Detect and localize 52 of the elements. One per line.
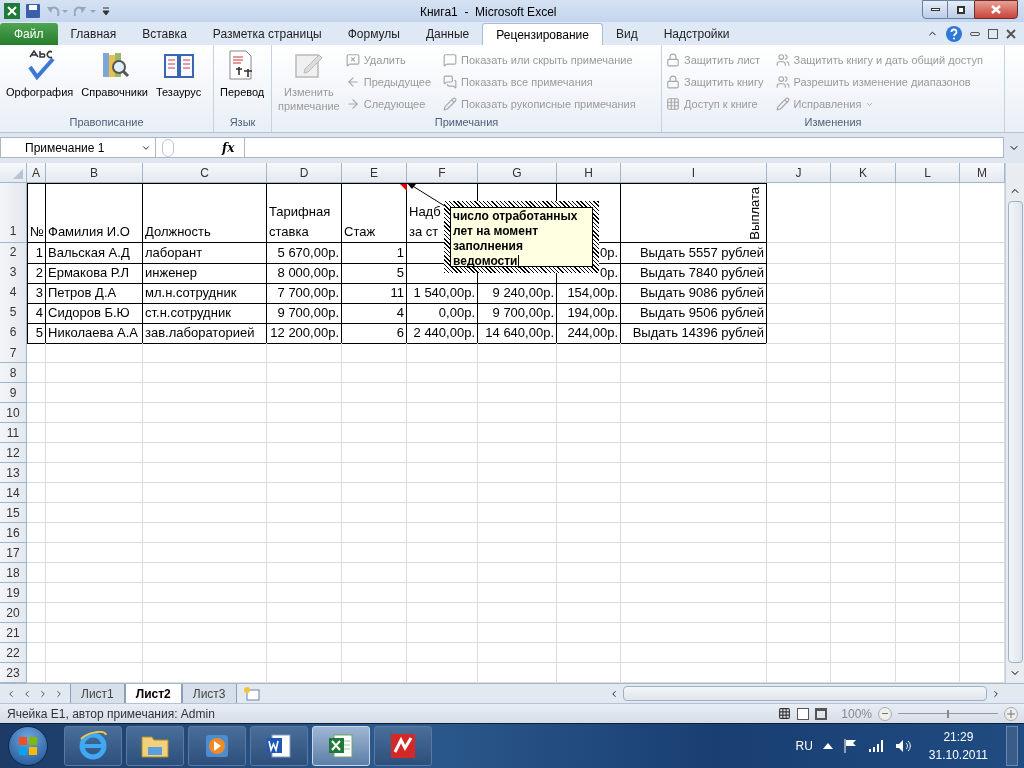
cell-text: 7 700,00р. (277, 284, 339, 303)
cell-text: 14 640,00р. (485, 324, 554, 343)
cell-text: 3 (35, 284, 43, 303)
cell-text: Стаж (344, 223, 376, 241)
cell-text: 194,00р. (567, 304, 618, 323)
cell-text: Сидоров Б.Ю (48, 304, 130, 323)
cell-text: зав.лабораторией (145, 324, 255, 343)
cell-text: 5 (396, 264, 404, 283)
cell-text: 1 (396, 244, 404, 263)
cell-text: Выдать 9086 рублей (639, 284, 764, 303)
cell-text: 244,00р. (567, 324, 618, 343)
cell-text: лаборант (145, 244, 203, 263)
cell-text: 8 000,00р. (277, 264, 339, 283)
cell-text: Выдать 9506 рублей (639, 304, 764, 323)
cell-text: Выдать 5557 рублей (639, 244, 764, 263)
cell-text: 4 (35, 304, 43, 323)
cell-text: № (30, 223, 44, 241)
group-label: Изменения (804, 114, 862, 130)
cell-text: 0,00р. (438, 304, 475, 323)
cell-text: 2 (35, 264, 43, 283)
cell-text: 6 (396, 324, 404, 343)
cell-text: Должность (145, 223, 211, 241)
cell-text: 9 700,00р. (277, 304, 339, 323)
cell-text: Фамилия И.О (48, 223, 130, 241)
cell-text: инженер (145, 264, 197, 283)
cell-text: 5 670,00р. (277, 244, 339, 263)
group-label: Правописание (69, 114, 144, 130)
cell-text: Тарифная ставка (269, 203, 331, 241)
cell-text: 9 700,00р. (492, 304, 554, 323)
window-title: Книга1 - Microsoft Excel (420, 4, 557, 21)
cell-text: ст.н.сотрудник (145, 304, 231, 323)
cell-text: 154,00р. (567, 284, 618, 303)
cell-text: 11 (390, 284, 404, 303)
group-label: Примечания (434, 114, 499, 130)
cell-text: Ермакова Р.Л (48, 264, 130, 283)
cell-text: 0р. (599, 244, 618, 263)
cell-text: 9 240,00р. (492, 284, 554, 303)
cell-text: Надб за ст (409, 203, 441, 241)
cell-text: Петров Д.А (48, 284, 117, 303)
cell-text: 2 440,00р. (413, 324, 475, 343)
cell-text: Вальская А.Д (48, 244, 130, 263)
cell-text: Выплата (745, 187, 763, 240)
cell-text: 1 (35, 244, 43, 263)
cell-text: 5 (35, 324, 43, 343)
status-text: Ячейка E1, автор примечания: Admin (6, 705, 215, 723)
group-label: Язык (229, 114, 256, 130)
cell-text: Выдать 14396 рублей (632, 324, 764, 343)
cell-text: 4 (396, 304, 404, 323)
cell-text: 1 540,00р. (413, 284, 475, 303)
cell-text: мл.н.сотрудник (145, 284, 237, 303)
cell-text: Выдать 7840 рублей (639, 264, 764, 283)
cell-text: 0р. (599, 264, 618, 283)
